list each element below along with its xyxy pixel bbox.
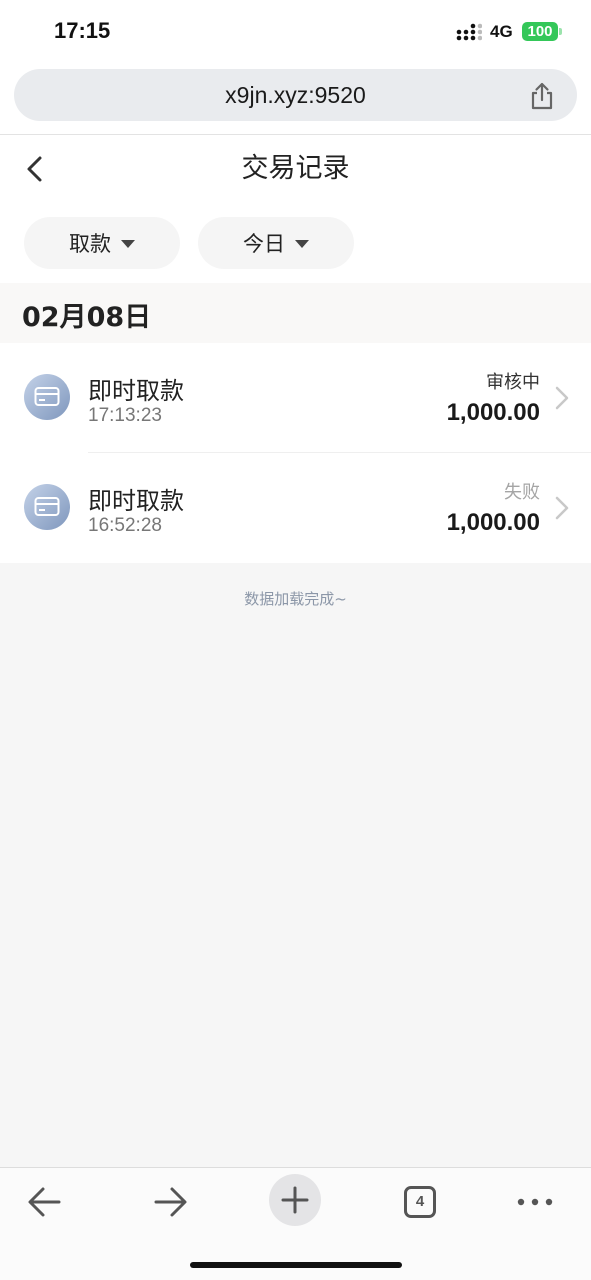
- share-icon[interactable]: [528, 81, 556, 111]
- transaction-title: 即时取款: [88, 487, 184, 515]
- battery-icon: 100: [522, 22, 558, 41]
- transaction-status: 审核中: [486, 372, 540, 393]
- transaction-row[interactable]: 即时取款 16:52:28 失败 1,000.00: [0, 453, 591, 563]
- plus-icon: [281, 1186, 309, 1214]
- forward-arrow-icon: [154, 1187, 187, 1217]
- url-text[interactable]: x9jn.xyz:9520: [14, 69, 577, 121]
- transaction-type-filter[interactable]: 取款: [24, 217, 180, 269]
- battery-tip: [559, 28, 562, 35]
- date-group-label: 02月08日: [22, 302, 152, 333]
- status-time: 17:15: [54, 18, 111, 43]
- address-bar[interactable]: x9jn.xyz:9520: [14, 69, 577, 121]
- home-indicator: [190, 1262, 402, 1268]
- transaction-time: 17:13:23: [88, 405, 162, 426]
- tabs-icon: 4: [404, 1186, 436, 1218]
- more-icon: [517, 1198, 553, 1206]
- transaction-amount: 1,000.00: [446, 509, 540, 536]
- tabs-button[interactable]: 4: [390, 1176, 450, 1228]
- load-complete-message: 数据加载完成~: [244, 590, 347, 608]
- chevron-right-icon: [555, 496, 569, 520]
- filter-type-label: 取款: [69, 232, 111, 256]
- more-menu-button[interactable]: [505, 1176, 565, 1228]
- transaction-status: 失败: [504, 482, 540, 503]
- battery-level: 100: [527, 23, 553, 40]
- page-header: 交易记录: [0, 135, 591, 203]
- transaction-amount: 1,000.00: [446, 399, 540, 426]
- date-range-filter[interactable]: 今日: [198, 217, 354, 269]
- signal-icon: [456, 23, 482, 41]
- caret-down-icon: [121, 240, 135, 248]
- new-tab-button[interactable]: [269, 1174, 321, 1226]
- filter-row: 取款 今日: [0, 203, 591, 283]
- tab-count: 4: [415, 1193, 425, 1210]
- back-arrow-icon: [28, 1187, 61, 1217]
- browser-top-bar: x9jn.xyz:9520: [0, 64, 591, 134]
- status-bar: 17:15 4G 100: [0, 0, 591, 64]
- card-icon: [24, 484, 70, 530]
- browser-back-button[interactable]: [15, 1176, 75, 1228]
- card-icon: [24, 374, 70, 420]
- chevron-left-icon[interactable]: [20, 153, 52, 185]
- transaction-row[interactable]: 即时取款 17:13:23 审核中 1,000.00: [0, 343, 591, 453]
- transaction-title: 即时取款: [88, 377, 184, 405]
- browser-forward-button[interactable]: [140, 1176, 200, 1228]
- page-title: 交易记录: [241, 153, 350, 184]
- chevron-right-icon: [555, 386, 569, 410]
- caret-down-icon: [295, 240, 309, 248]
- filter-period-label: 今日: [243, 232, 285, 256]
- transaction-time: 16:52:28: [88, 515, 162, 536]
- date-group-header: 02月08日: [0, 283, 591, 347]
- network-type: 4G: [490, 22, 513, 41]
